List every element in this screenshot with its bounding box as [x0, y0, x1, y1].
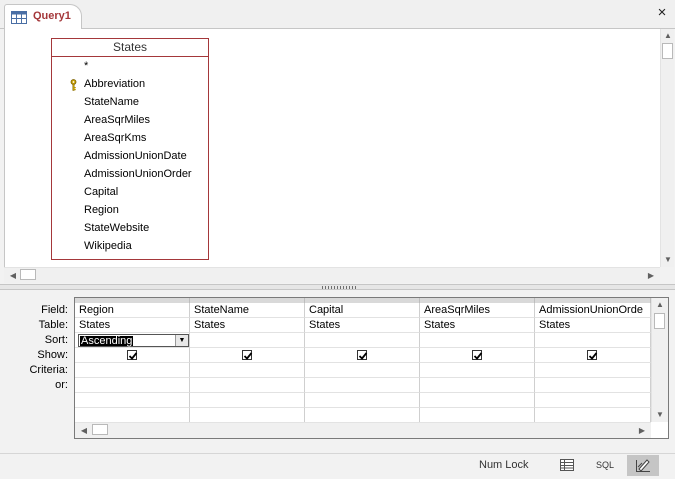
scroll-up-icon[interactable]: ▲: [661, 29, 675, 43]
tab-query1[interactable]: Query1: [4, 4, 82, 30]
field-item[interactable]: StateWebsite: [84, 222, 149, 234]
grid-cell-empty[interactable]: [420, 408, 535, 423]
table-title[interactable]: States: [52, 39, 208, 57]
grid-cell-field[interactable]: Region: [75, 303, 190, 318]
grid-cell-empty[interactable]: [75, 408, 190, 423]
close-icon[interactable]: ×: [655, 5, 669, 20]
grid-cell-empty[interactable]: [420, 393, 535, 408]
sort-dropdown[interactable]: Ascending ▼: [78, 334, 189, 347]
design-view-button[interactable]: [627, 455, 659, 476]
field-item[interactable]: AdmissionUnionOrder: [84, 168, 192, 180]
grid-cell-table[interactable]: States: [535, 318, 651, 333]
field-item[interactable]: Region: [84, 204, 119, 216]
grid-cell-sort[interactable]: [190, 333, 305, 348]
query-icon: [11, 11, 27, 24]
row-label-show: Show:: [37, 349, 68, 361]
grid-cell-criteria[interactable]: [535, 363, 651, 378]
grid-cell-or[interactable]: [75, 378, 190, 393]
grid-cell-empty[interactable]: [535, 408, 651, 423]
table-field-list-states[interactable]: States * Abbreviation StateName AreaSqrM…: [51, 38, 209, 260]
document-tab-bar: Query1 ×: [0, 0, 675, 30]
scroll-up-icon[interactable]: ▲: [653, 298, 667, 312]
primary-key-icon: [70, 79, 77, 91]
grid-cell-empty[interactable]: [535, 393, 651, 408]
grid-cell-table[interactable]: States: [190, 318, 305, 333]
datasheet-view-icon: [560, 459, 574, 471]
design-view-icon: [636, 459, 650, 472]
grid-cell-or[interactable]: [535, 378, 651, 393]
sql-view-button[interactable]: SQL: [589, 455, 621, 476]
field-item[interactable]: AreaSqrKms: [84, 132, 146, 144]
grid-cell-field[interactable]: AdmissionUnionOrde: [535, 303, 651, 318]
grid-cell-or[interactable]: [420, 378, 535, 393]
grid-cell-or[interactable]: [305, 378, 420, 393]
show-checkbox[interactable]: [127, 350, 138, 360]
status-bar: Num Lock SQL: [0, 453, 675, 476]
grid-cell-empty[interactable]: [190, 408, 305, 423]
row-label-criteria: Criteria:: [29, 364, 68, 376]
grid-cell-table[interactable]: States: [420, 318, 535, 333]
field-item[interactable]: StateName: [84, 96, 139, 108]
scroll-left-icon[interactable]: ◀: [77, 424, 91, 438]
field-item[interactable]: AreaSqrMiles: [84, 114, 150, 126]
grid-cell-field[interactable]: AreaSqrMiles: [420, 303, 535, 318]
field-item[interactable]: Wikipedia: [84, 240, 132, 252]
grid-cell-field[interactable]: StateName: [190, 303, 305, 318]
show-checkbox[interactable]: [472, 350, 483, 360]
grid-cell-empty[interactable]: [190, 393, 305, 408]
scroll-thumb[interactable]: [662, 43, 673, 59]
grid-vertical-scrollbar[interactable]: ▲ ▼: [651, 298, 668, 422]
grid-cell-sort[interactable]: [305, 333, 420, 348]
sort-selected-value: Ascending: [80, 335, 134, 347]
scroll-left-icon[interactable]: ◀: [6, 269, 20, 283]
show-checkbox[interactable]: [587, 350, 598, 360]
grid-horizontal-scrollbar[interactable]: ◀ ▶: [75, 422, 651, 438]
field-item[interactable]: *: [84, 60, 88, 72]
splitter-grip[interactable]: [322, 286, 356, 289]
grid-cell-empty[interactable]: [305, 393, 420, 408]
row-label-sort: Sort:: [44, 334, 68, 346]
scroll-thumb[interactable]: [20, 269, 36, 280]
row-label-field: Field:: [41, 304, 68, 316]
design-grid[interactable]: Region StateName Capital AreaSqrMiles Ad…: [74, 297, 669, 439]
grid-cell-field[interactable]: Capital: [305, 303, 420, 318]
grid-cell-criteria[interactable]: [190, 363, 305, 378]
grid-cell-or[interactable]: [190, 378, 305, 393]
scroll-right-icon[interactable]: ▶: [644, 269, 658, 283]
grid-cell-sort[interactable]: [535, 333, 651, 348]
datasheet-view-button[interactable]: [551, 455, 583, 476]
field-item[interactable]: AdmissionUnionDate: [84, 150, 187, 162]
grid-cell-empty[interactable]: [305, 408, 420, 423]
scroll-right-icon[interactable]: ▶: [635, 424, 649, 438]
field-item[interactable]: Capital: [84, 186, 118, 198]
tab-label: Query1: [33, 10, 71, 22]
dropdown-arrow-icon[interactable]: ▼: [175, 335, 188, 346]
scroll-thumb[interactable]: [92, 424, 108, 435]
grid-cell-table[interactable]: States: [305, 318, 420, 333]
grid-cell-criteria[interactable]: [305, 363, 420, 378]
scroll-down-icon[interactable]: ▼: [661, 253, 675, 267]
grid-cell-criteria[interactable]: [420, 363, 535, 378]
show-checkbox[interactable]: [357, 350, 368, 360]
upper-horizontal-scrollbar[interactable]: ◀ ▶: [4, 267, 660, 283]
scroll-thumb[interactable]: [654, 313, 665, 329]
show-checkbox[interactable]: [242, 350, 253, 360]
num-lock-indicator: Num Lock: [479, 459, 529, 471]
grid-cell-criteria[interactable]: [75, 363, 190, 378]
grid-cell-table[interactable]: States: [75, 318, 190, 333]
row-label-table: Table:: [38, 319, 68, 331]
scroll-down-icon[interactable]: ▼: [653, 408, 667, 422]
grid-cell-sort[interactable]: [420, 333, 535, 348]
field-item[interactable]: Abbreviation: [84, 78, 145, 90]
upper-vertical-scrollbar[interactable]: ▲ ▼: [660, 29, 674, 267]
row-label-or: or:: [55, 379, 68, 391]
grid-cell-empty[interactable]: [75, 393, 190, 408]
